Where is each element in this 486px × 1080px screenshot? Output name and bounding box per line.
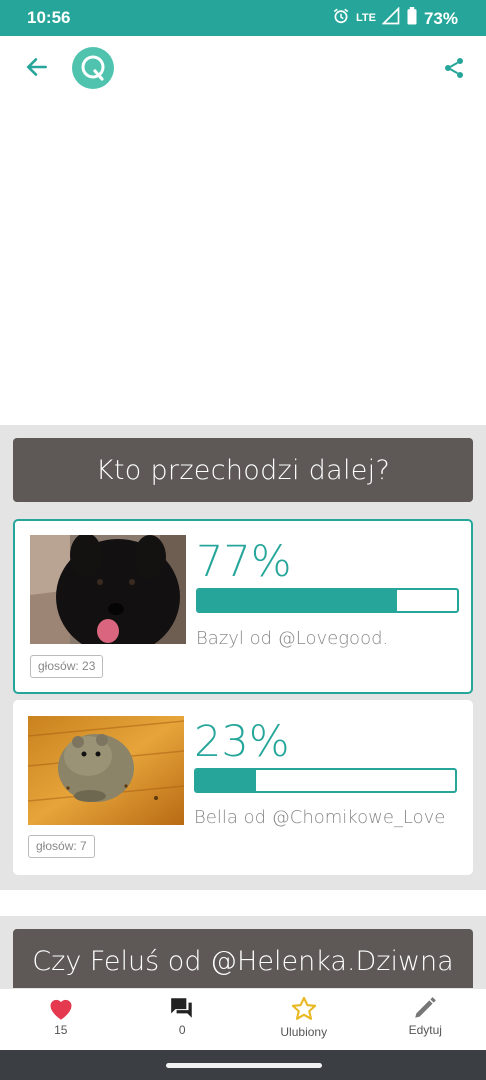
poll-option-1[interactable]: 77% Bazyl od @Lovegood. głosów: 23 xyxy=(13,519,473,694)
edit-label: Edytuj xyxy=(408,1023,442,1037)
favorite-label: Ulubiony xyxy=(280,1025,328,1039)
like-count: 15 xyxy=(54,1023,68,1037)
option-progress-fill xyxy=(198,590,398,611)
option-progress-bar xyxy=(196,588,459,613)
arrow-left-icon xyxy=(26,58,47,76)
battery-icon xyxy=(406,7,418,30)
share-button[interactable] xyxy=(440,54,468,82)
home-gesture-pill[interactable] xyxy=(166,1063,322,1068)
status-icons: LTE 73% xyxy=(332,6,458,30)
option-label: Bella od @Chomikowe_Love xyxy=(194,807,446,828)
battery-percent: 73% xyxy=(423,8,458,28)
poll-option-2[interactable]: 23% Bella od @Chomikowe_Love głosów: 7 xyxy=(13,700,473,875)
pencil-icon xyxy=(415,997,437,1018)
app-logo xyxy=(72,47,114,89)
app-bar xyxy=(0,36,486,100)
option-progress-fill xyxy=(196,770,256,791)
option-votes-badge: głosów: 23 xyxy=(30,655,104,678)
option-percent: 77% xyxy=(196,537,292,587)
star-outline-icon xyxy=(291,996,316,1020)
option-percent: 23% xyxy=(194,717,290,767)
lte-label: LTE xyxy=(356,12,376,24)
option-photo-dog xyxy=(30,535,186,644)
heart-icon xyxy=(50,999,72,1020)
comment-count: 0 xyxy=(178,1023,186,1037)
comments-button[interactable]: 0 xyxy=(122,989,244,1050)
favorite-button[interactable]: Ulubiony xyxy=(243,989,365,1050)
bottom-action-bar: 15 0 Ulubiony Edytuj xyxy=(0,988,486,1050)
option-votes-badge: głosów: 7 xyxy=(28,835,95,858)
next-poll-question[interactable]: Czy Feluś od @Helenka.Dziwna xyxy=(13,929,473,993)
forum-icon xyxy=(171,998,192,1018)
alarm-icon xyxy=(332,7,350,30)
edit-button[interactable]: Edytuj xyxy=(365,989,486,1050)
option-photo-hamster xyxy=(28,716,184,825)
status-bar: 10:56 LTE 73% xyxy=(0,0,486,36)
option-progress-bar xyxy=(194,768,457,793)
system-nav-bar xyxy=(0,1050,486,1080)
option-label: Bazyl od @Lovegood. xyxy=(196,628,389,649)
status-time: 10:56 xyxy=(27,8,71,27)
back-button[interactable] xyxy=(22,52,52,82)
like-button[interactable]: 15 xyxy=(0,989,122,1050)
poll-question: Kto przechodzi dalej? xyxy=(13,438,473,502)
signal-icon xyxy=(381,6,400,30)
share-icon xyxy=(445,58,463,78)
